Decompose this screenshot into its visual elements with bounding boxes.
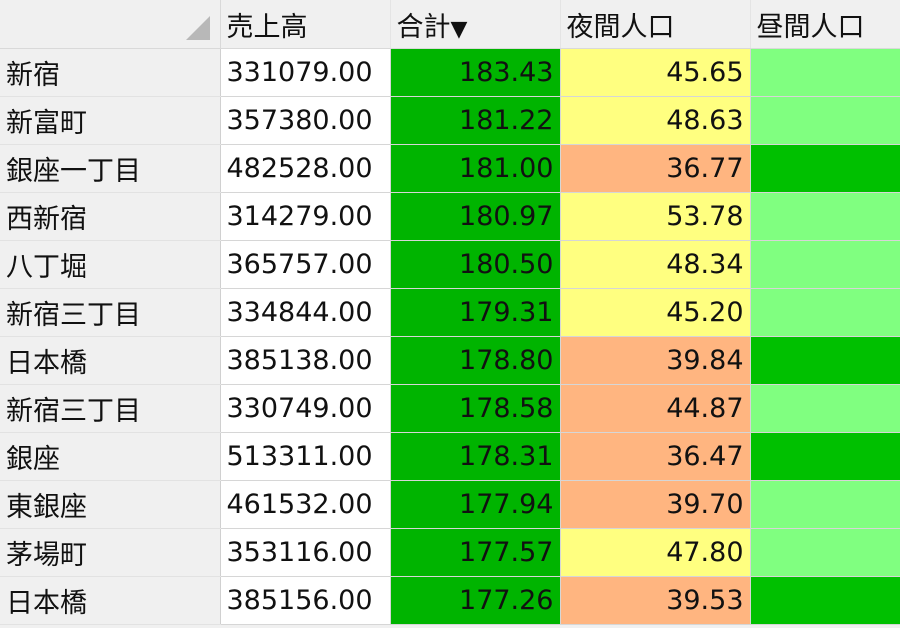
table-row[interactable]: 新宿三丁目334844.00179.3145.2059. xyxy=(0,288,900,337)
cell-day-population[interactable]: 58. xyxy=(750,96,900,145)
cell-night-population[interactable]: 45.65 xyxy=(560,48,751,97)
header-row: 売上高 合計▼ 夜間人口 昼間人口 xyxy=(0,0,900,49)
cell-sales[interactable]: 461532.00 xyxy=(220,480,391,529)
cell-day-population[interactable]: 58. xyxy=(750,384,900,433)
cell-day-population[interactable]: 59. xyxy=(750,288,900,337)
table-row[interactable]: 銀座一丁目482528.00181.0036.7769. xyxy=(0,144,900,193)
cell-total[interactable]: 181.00 xyxy=(390,144,561,193)
cell-sales[interactable]: 357380.00 xyxy=(220,96,391,145)
cell-night-population[interactable]: 47.80 xyxy=(560,528,751,577)
row-header-station[interactable]: 銀座 xyxy=(0,432,221,481)
cell-sales[interactable]: 353116.00 xyxy=(220,528,391,577)
cell-total[interactable]: 177.94 xyxy=(390,480,561,529)
column-header-label: 夜間人口 xyxy=(566,11,675,43)
cell-total[interactable]: 179.31 xyxy=(390,288,561,337)
cell-total[interactable]: 183.43 xyxy=(390,48,561,97)
table-row[interactable]: 新富町357380.00181.2248.6358. xyxy=(0,96,900,145)
select-all-corner[interactable] xyxy=(0,0,221,49)
cell-sales[interactable]: 334844.00 xyxy=(220,288,391,337)
row-header-station[interactable]: 日本橋 xyxy=(0,336,221,385)
select-all-triangle-icon[interactable] xyxy=(185,16,210,40)
cell-day-population[interactable]: 73. xyxy=(750,576,900,625)
cell-sales[interactable]: 331079.00 xyxy=(220,48,391,97)
cell-total[interactable]: 177.57 xyxy=(390,528,561,577)
row-header-station[interactable]: 八丁堀 xyxy=(0,240,221,289)
cell-total[interactable]: 180.50 xyxy=(390,240,561,289)
sort-descending-icon[interactable]: ▼ xyxy=(451,17,468,42)
cell-day-population[interactable]: 61. xyxy=(750,528,900,577)
cell-night-population[interactable]: 39.53 xyxy=(560,576,751,625)
column-header-night-population[interactable]: 夜間人口 xyxy=(560,0,751,49)
cell-night-population[interactable]: 36.47 xyxy=(560,432,751,481)
table-row[interactable]: 西新宿314279.00180.9753.7860. xyxy=(0,192,900,241)
table-row[interactable]: 東銀座461532.00177.9439.7064. xyxy=(0,480,900,529)
cell-night-population[interactable]: 45.20 xyxy=(560,288,751,337)
cell-total[interactable]: 178.58 xyxy=(390,384,561,433)
row-header-station[interactable]: 新宿 xyxy=(0,48,221,97)
cell-sales[interactable]: 513311.00 xyxy=(220,432,391,481)
column-header-label: 売上高 xyxy=(226,11,308,43)
cell-total[interactable]: 178.31 xyxy=(390,432,561,481)
cell-day-population[interactable]: 69. xyxy=(750,144,900,193)
table-row[interactable]: 新宿331079.00183.4345.6562. xyxy=(0,48,900,97)
cell-sales[interactable]: 482528.00 xyxy=(220,144,391,193)
cell-night-population[interactable]: 36.77 xyxy=(560,144,751,193)
row-header-station[interactable]: 西新宿 xyxy=(0,192,221,241)
column-header-sales[interactable]: 売上高 xyxy=(220,0,391,49)
column-header-total[interactable]: 合計▼ xyxy=(390,0,561,49)
cell-sales[interactable]: 314279.00 xyxy=(220,192,391,241)
row-header-station[interactable]: 新富町 xyxy=(0,96,221,145)
row-header-station[interactable]: 新宿三丁目 xyxy=(0,288,221,337)
cell-sales[interactable]: 385156.00 xyxy=(220,576,391,625)
row-header-station[interactable]: 茅場町 xyxy=(0,528,221,577)
table-row[interactable]: 日本橋385156.00177.2639.5373. xyxy=(0,576,900,625)
row-header-station[interactable]: 銀座一丁目 xyxy=(0,144,221,193)
data-grid[interactable]: 売上高 合計▼ 夜間人口 昼間人口 新宿 331079.00 183.43 45.65… xyxy=(0,0,900,628)
cell-day-population[interactable]: 62. xyxy=(750,48,900,97)
cell-sales[interactable]: 330749.00 xyxy=(220,384,391,433)
table-row[interactable]: 八丁堀365757.00180.5048.3461. xyxy=(0,240,900,289)
row-header-station[interactable]: 日本橋 xyxy=(0,576,221,625)
cell-total[interactable]: 177.26 xyxy=(390,576,561,625)
row-header-station[interactable]: 東銀座 xyxy=(0,480,221,529)
cell-total[interactable]: 178.80 xyxy=(390,336,561,385)
cell-night-population[interactable]: 44.87 xyxy=(560,384,751,433)
cell-day-population[interactable]: 61. xyxy=(750,240,900,289)
cell-night-population[interactable]: 48.34 xyxy=(560,240,751,289)
row-header-station[interactable]: 新宿三丁目 xyxy=(0,384,221,433)
table-row[interactable]: 日本橋385138.00178.8039.8473. xyxy=(0,336,900,385)
cell-night-population[interactable]: 53.78 xyxy=(560,192,751,241)
column-header-day-population[interactable]: 昼間人口 xyxy=(750,0,900,49)
cell-night-population[interactable]: 39.84 xyxy=(560,336,751,385)
cell-night-population[interactable]: 39.70 xyxy=(560,480,751,529)
cell-total[interactable]: 180.97 xyxy=(390,192,561,241)
table-row[interactable]: 新宿三丁目330749.00178.5844.8758. xyxy=(0,384,900,433)
table-row[interactable]: 銀座513311.00178.3136.4768. xyxy=(0,432,900,481)
cell-total[interactable]: 181.22 xyxy=(390,96,561,145)
column-header-label: 合計 xyxy=(396,11,451,43)
column-header-label: 昼間人口 xyxy=(756,11,865,43)
cell-sales[interactable]: 385138.00 xyxy=(220,336,391,385)
cell-day-population[interactable]: 73. xyxy=(750,336,900,385)
cell-sales[interactable]: 365757.00 xyxy=(220,240,391,289)
cell-night-population[interactable]: 48.63 xyxy=(560,96,751,145)
pivot-table: 売上高 合計▼ 夜間人口 昼間人口 新宿 331079.00 183.43 45.65… xyxy=(0,0,900,625)
cell-day-population[interactable]: 64. xyxy=(750,480,900,529)
table-row[interactable]: 茅場町353116.00177.5747.8061. xyxy=(0,528,900,577)
cell-day-population[interactable]: 60. xyxy=(750,192,900,241)
cell-day-population[interactable]: 68. xyxy=(750,432,900,481)
